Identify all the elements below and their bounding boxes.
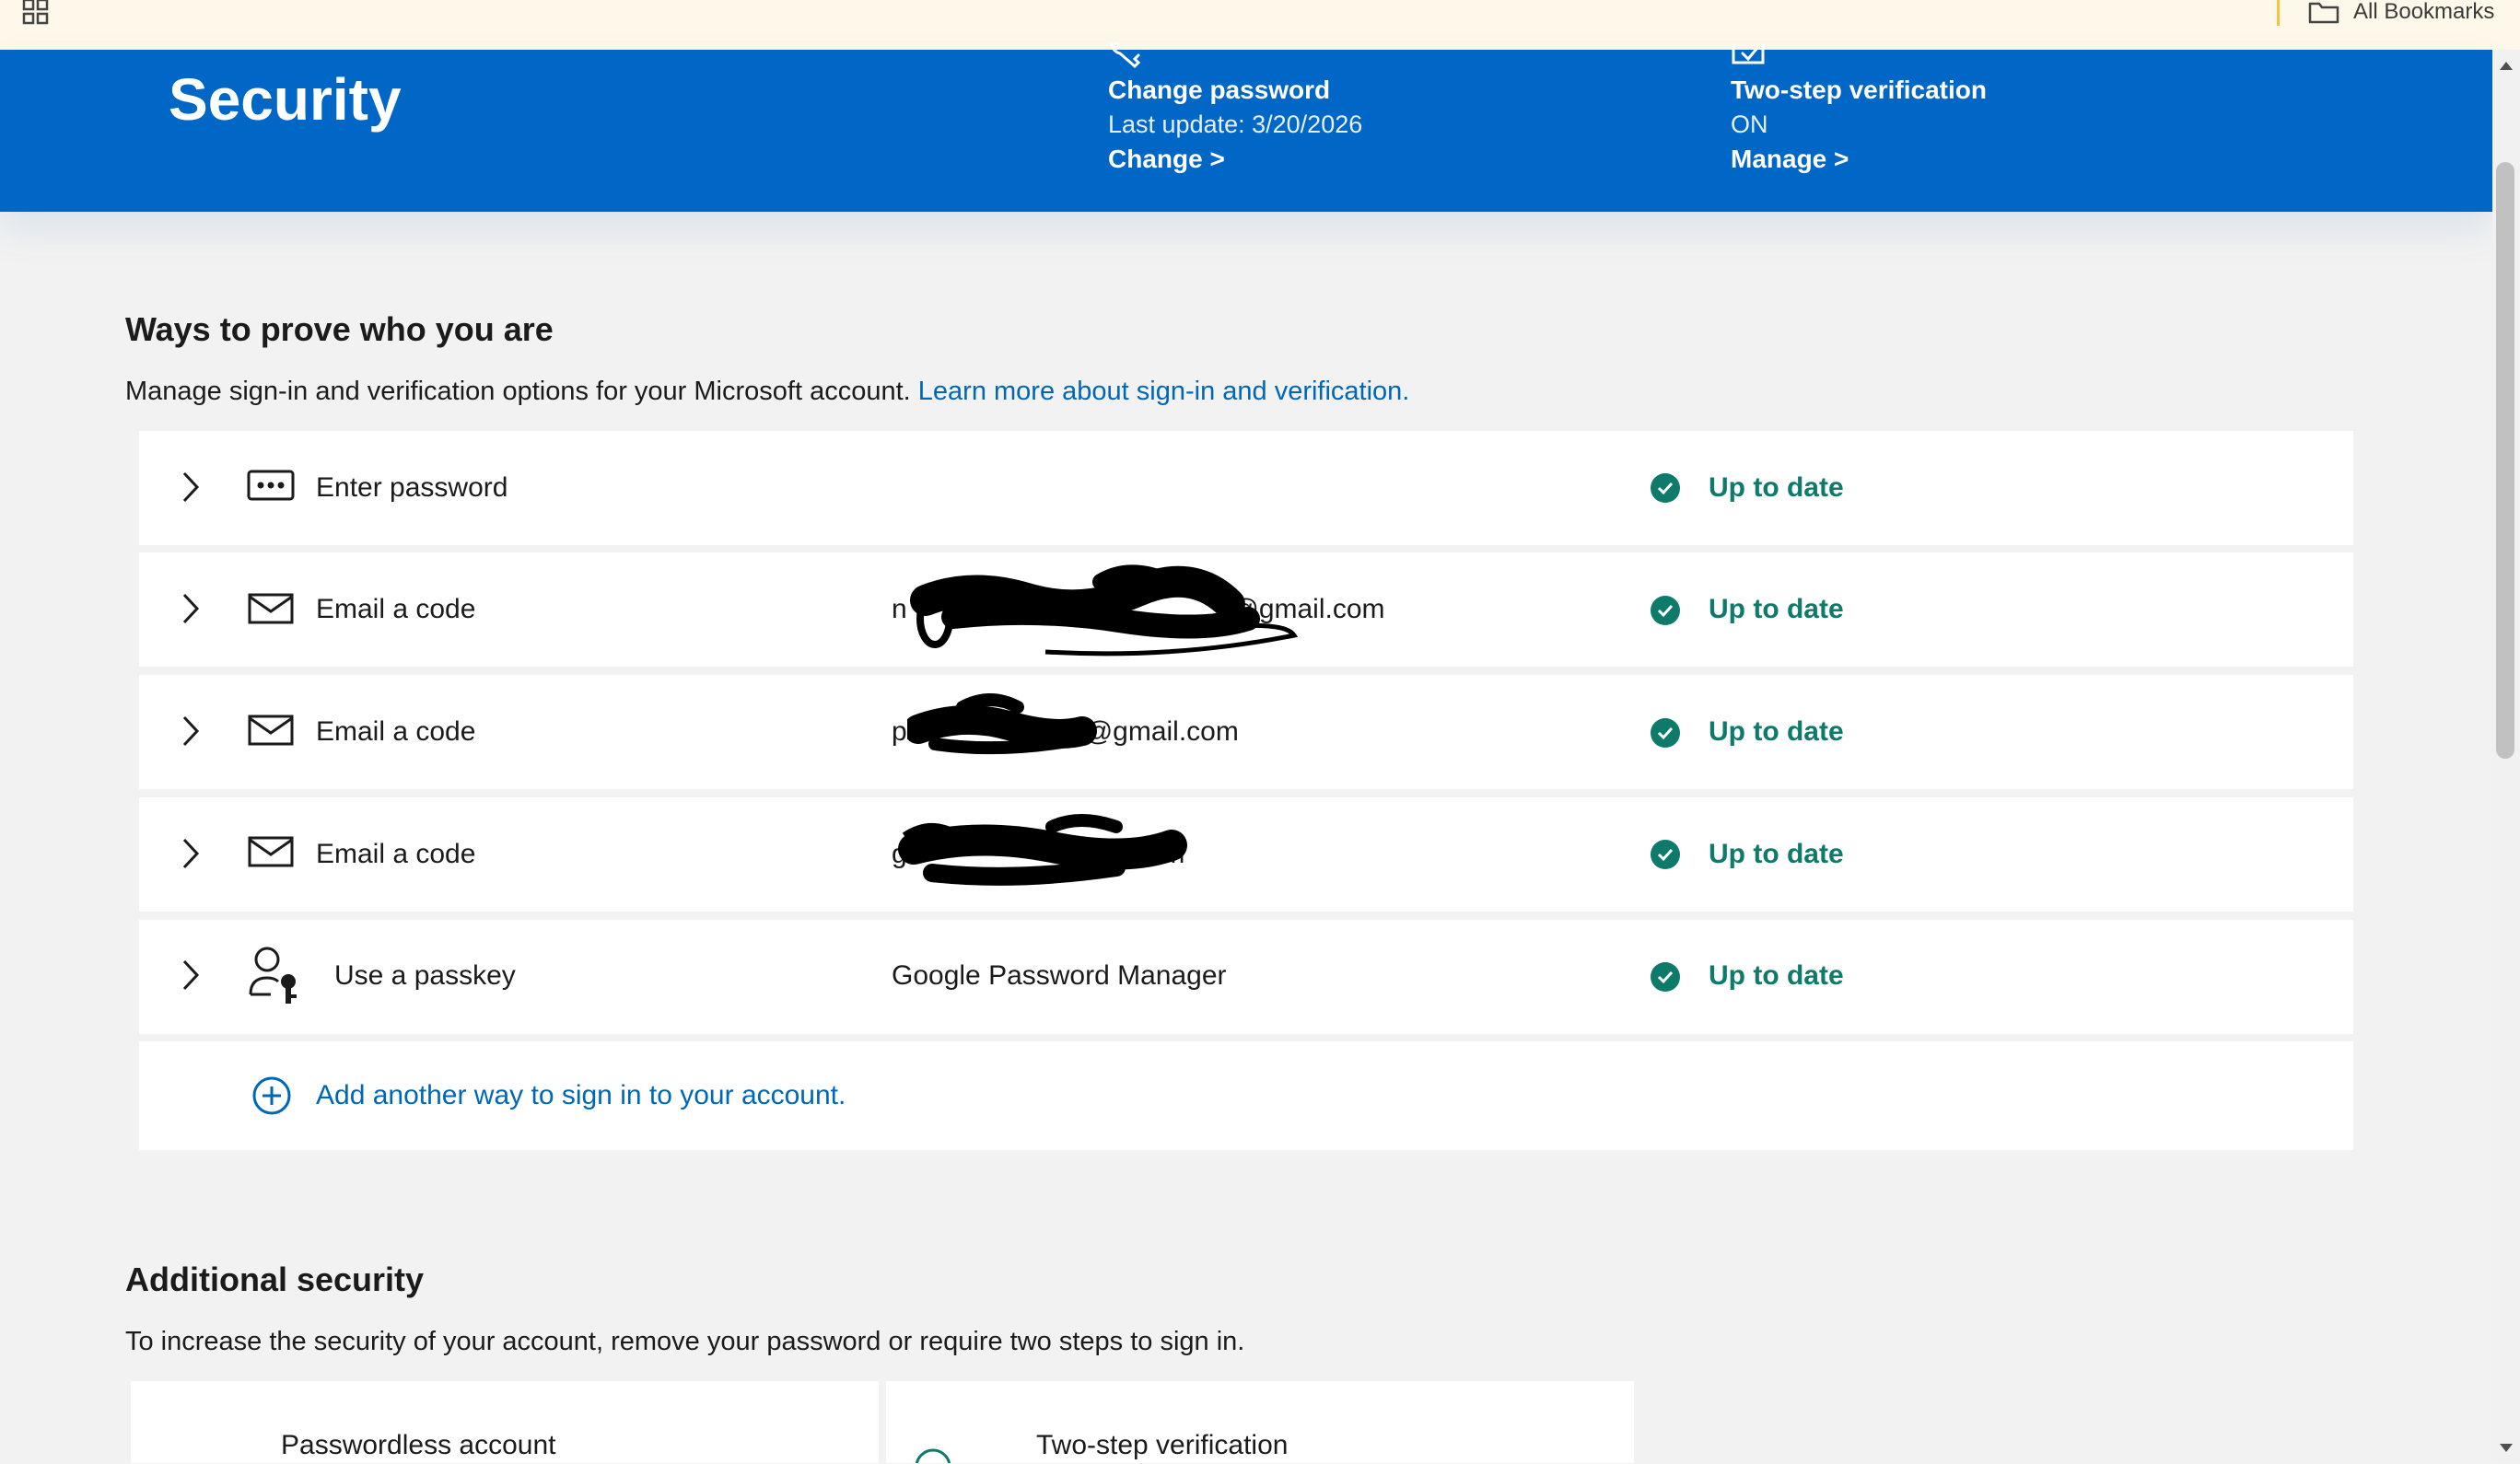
status-badge: Up to date — [1709, 716, 1844, 747]
chevron-right-icon[interactable] — [181, 714, 203, 749]
ways-description-text: Manage sign-in and verification options … — [125, 377, 911, 406]
folder-icon[interactable] — [2308, 0, 2339, 24]
redaction-scribble — [898, 564, 1312, 669]
bookmarks-divider — [2277, 0, 2280, 26]
learn-more-link[interactable]: Learn more about sign-in and verificatio… — [918, 377, 1410, 406]
chevron-right-icon[interactable] — [181, 470, 203, 505]
status-badge: Up to date — [1709, 472, 1844, 503]
mail-icon — [247, 713, 297, 749]
method-label: Use a passkey — [334, 960, 516, 991]
add-circle-icon[interactable] — [251, 1075, 292, 1116]
password-last-update: Last update: 3/20/2026 — [1108, 110, 1363, 138]
check-circle-icon — [1650, 961, 1681, 993]
apps-grid-icon[interactable] — [22, 0, 50, 26]
redaction-scribble — [895, 808, 1199, 905]
method-label: Email a code — [316, 839, 476, 869]
verification-check-icon — [1730, 42, 1778, 70]
add-method-link[interactable]: Add another way to sign in to your accou… — [316, 1077, 846, 1114]
method-detail: Google Password Manager — [892, 960, 1227, 991]
check-circle-icon — [1650, 717, 1681, 749]
method-label: Email a code — [316, 594, 476, 624]
card-title: Passwordless account — [281, 1430, 556, 1460]
mail-icon — [247, 591, 297, 628]
two-step-status-icon — [914, 1447, 952, 1463]
method-label: Enter password — [316, 472, 508, 503]
ways-description: Manage sign-in and verification options … — [125, 374, 1409, 409]
two-step-status: ON — [1731, 110, 1768, 138]
two-step-title: Two-step verification — [1731, 76, 1987, 104]
method-label: Email a code — [316, 716, 476, 747]
chevron-right-icon[interactable] — [181, 958, 203, 993]
card-title: Two-step verification — [1036, 1430, 1289, 1460]
key-icon — [1107, 41, 1155, 70]
scroll-down-arrow-icon[interactable] — [2492, 1438, 2520, 1458]
chevron-right-icon[interactable] — [181, 591, 203, 626]
ways-section-title: Ways to prove who you are — [125, 310, 554, 348]
scrollbar-thumb[interactable] — [2496, 162, 2514, 759]
manage-two-step-link[interactable]: Manage > — [1731, 143, 1849, 176]
check-circle-icon — [1650, 595, 1681, 626]
all-bookmarks-link[interactable]: All Bookmarks — [2353, 0, 2494, 24]
status-badge: Up to date — [1709, 839, 1844, 869]
status-badge: Up to date — [1709, 594, 1844, 624]
passkey-icon — [247, 945, 304, 1005]
page-title: Security — [169, 66, 402, 133]
change-password-link[interactable]: Change > — [1108, 143, 1225, 176]
check-circle-icon — [1650, 472, 1681, 504]
change-password-title: Change password — [1108, 76, 1331, 104]
mail-icon — [247, 834, 297, 871]
password-icon — [247, 468, 297, 505]
scroll-up-arrow-icon[interactable] — [2492, 55, 2520, 76]
check-circle-icon — [1650, 839, 1681, 870]
chevron-right-icon[interactable] — [181, 836, 203, 871]
additional-description: To increase the security of your account… — [125, 1327, 1245, 1356]
additional-section-title: Additional security — [125, 1261, 425, 1298]
redaction-scribble — [904, 689, 1101, 767]
bookmarks-bar — [0, 0, 2520, 51]
status-badge: Up to date — [1709, 960, 1844, 991]
